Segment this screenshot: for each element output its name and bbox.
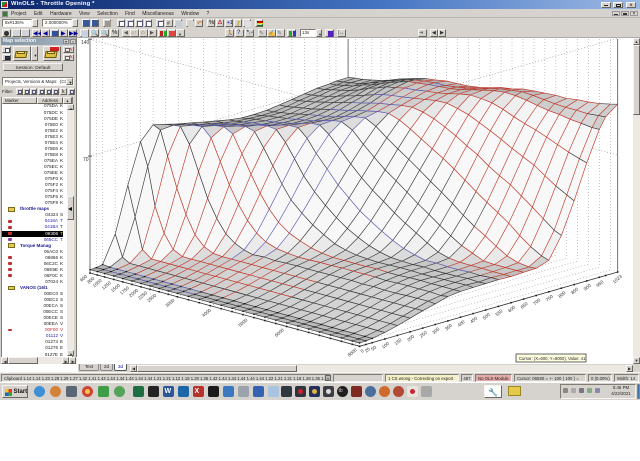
svg-text:150: 150 <box>393 337 402 346</box>
svg-text:50: 50 <box>370 344 377 351</box>
svg-text:600: 600 <box>507 304 516 313</box>
svg-text:800: 800 <box>557 290 566 299</box>
svg-text:6000: 6000 <box>274 327 285 338</box>
svg-text:850: 850 <box>570 286 579 295</box>
svg-text:4000: 4000 <box>201 307 212 318</box>
svg-text:750: 750 <box>545 293 554 302</box>
svg-text:140: 140 <box>81 40 90 46</box>
svg-text:250: 250 <box>419 330 428 339</box>
svg-text:100: 100 <box>381 341 390 350</box>
svg-text:650: 650 <box>520 301 529 310</box>
svg-text:Cursor: (X=600, Y=8000), Value: Cursor: (X=600, Y=8000), Value: 41 <box>519 356 586 361</box>
svg-text:1023: 1023 <box>612 274 623 285</box>
svg-text:900: 900 <box>583 283 592 292</box>
svg-text:500: 500 <box>482 312 491 321</box>
svg-text:400: 400 <box>457 319 466 328</box>
svg-text:300: 300 <box>431 326 440 335</box>
svg-text:200: 200 <box>406 333 415 342</box>
svg-text:3000: 3000 <box>164 297 175 308</box>
svg-text:700: 700 <box>532 297 541 306</box>
svg-text:70: 70 <box>83 157 89 163</box>
svg-text:450: 450 <box>469 315 478 324</box>
svg-text:5000: 5000 <box>237 317 248 328</box>
svg-text:8000: 8000 <box>347 347 358 358</box>
svg-text:350: 350 <box>444 323 453 332</box>
svg-text:550: 550 <box>494 308 503 317</box>
svg-text:950: 950 <box>595 279 604 288</box>
